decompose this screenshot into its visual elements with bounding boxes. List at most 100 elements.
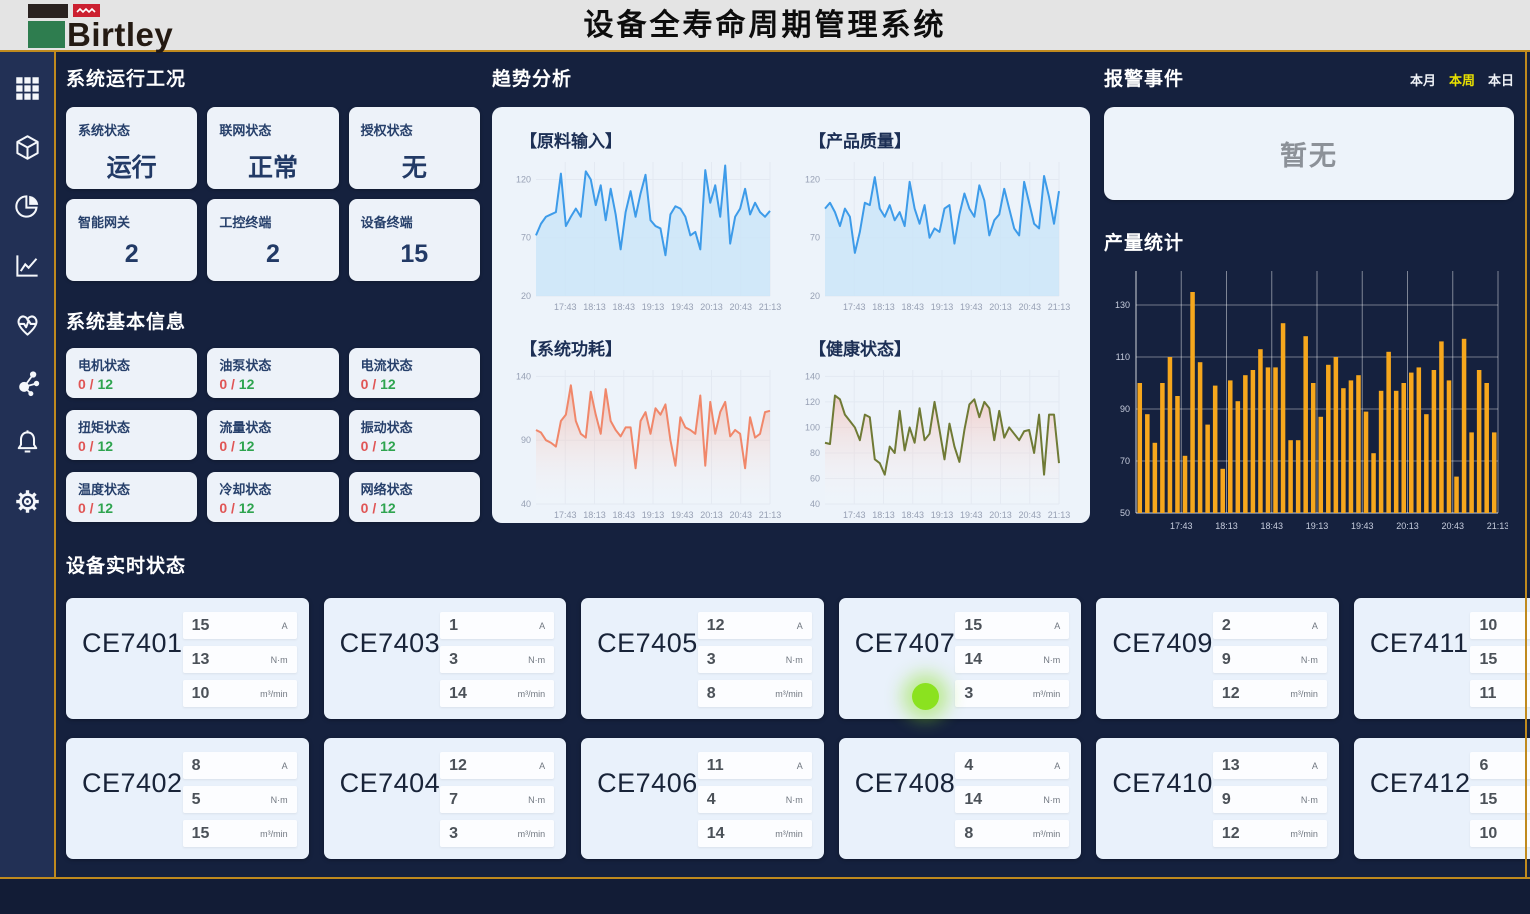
info-card-0[interactable]: 电机状态 0 / 12 [66, 348, 197, 398]
device-metrics: 15 A 13 N·m 10 m³/min [183, 612, 297, 707]
device-card-CE7403[interactable]: CE7403 1 A 3 N·m 14 m³/min [324, 598, 567, 719]
frame-line-bottom [0, 877, 1530, 879]
svg-text:21:13: 21:13 [759, 302, 782, 312]
active-indicator-dot [912, 683, 939, 710]
info-card-1[interactable]: 油泵状态 0 / 12 [207, 348, 338, 398]
device-card-CE7404[interactable]: CE7404 12 A 7 N·m 3 m³/min [324, 738, 567, 859]
info-card-counts: 0 / 12 [361, 376, 468, 392]
svg-text:80: 80 [810, 448, 820, 458]
device-card-CE7411[interactable]: CE7411 10 A 15 N·m 11 m³/min [1354, 598, 1530, 719]
device-metric-row: 12 A [440, 752, 554, 779]
svg-text:18:43: 18:43 [612, 302, 635, 312]
device-metric-row: 4 A [955, 752, 1069, 779]
info-card-5[interactable]: 振动状态 0 / 12 [349, 410, 480, 460]
device-metric-row: 5 N·m [183, 786, 297, 813]
info-card-8[interactable]: 网络状态 0 / 12 [349, 472, 480, 522]
svg-text:17:43: 17:43 [1170, 521, 1193, 531]
status-card-2[interactable]: 授权状态 无 [349, 107, 480, 189]
info-card-counts: 0 / 12 [78, 500, 185, 516]
device-card-CE7409[interactable]: CE7409 2 A 9 N·m 12 m³/min [1096, 598, 1339, 719]
svg-text:140: 140 [805, 371, 820, 381]
device-metric-unit: m³/min [1290, 689, 1318, 699]
info-card-7[interactable]: 冷却状态 0 / 12 [207, 472, 338, 522]
alarm-tab-0[interactable]: 本月 [1410, 70, 1436, 89]
chart-title: 【原料输入】 [520, 127, 789, 152]
sidebar-icon-cube-3d[interactable] [13, 133, 41, 161]
device-metric-row: 14 m³/min [440, 680, 554, 707]
svg-text:17:43: 17:43 [554, 302, 577, 312]
device-card-CE7401[interactable]: CE7401 15 A 13 N·m 10 m³/min [66, 598, 309, 719]
device-metrics: 11 A 4 N·m 14 m³/min [698, 752, 812, 847]
info-card-label: 冷却状态 [219, 479, 326, 498]
device-card-CE7405[interactable]: CE7405 12 A 3 N·m 8 m³/min [581, 598, 824, 719]
alarm-tab-1[interactable]: 本周 [1449, 70, 1475, 89]
system-status-grid: 系统状态 运行 联网状态 正常 授权状态 无 智能网关 2 工控终端 2 设备终… [66, 107, 480, 281]
info-card-6[interactable]: 温度状态 0 / 12 [66, 472, 197, 522]
svg-text:17:43: 17:43 [843, 302, 866, 312]
device-metric-row: 9 N·m [1213, 786, 1327, 813]
device-card-CE7412[interactable]: CE7412 6 A 15 N·m 10 m³/min [1354, 738, 1530, 859]
sidebar-icon-health-pulse[interactable] [13, 310, 41, 338]
sidebar-nav [0, 52, 54, 877]
chart-cell-product-quality: 【产品质量】17:4318:1318:4319:1319:4320:1320:4… [791, 113, 1080, 321]
device-name: CE7408 [855, 768, 956, 799]
chart-title: 【产品质量】 [809, 127, 1078, 152]
device-metric-row: 6 A [1470, 752, 1530, 779]
status-card-5[interactable]: 设备终端 15 [349, 199, 480, 281]
info-card-4[interactable]: 流量状态 0 / 12 [207, 410, 338, 460]
device-name: CE7407 [855, 628, 956, 659]
svg-text:20: 20 [810, 291, 820, 301]
info-card-label: 温度状态 [78, 479, 185, 498]
device-metric-value: 8 [964, 825, 973, 843]
info-card-counts: 0 / 12 [219, 438, 326, 454]
device-metric-row: 10 A [1470, 612, 1530, 639]
device-card-CE7410[interactable]: CE7410 13 A 9 N·m 12 m³/min [1096, 738, 1339, 859]
svg-text:20: 20 [521, 291, 531, 301]
sidebar-icon-gear[interactable] [13, 487, 41, 515]
device-metric-value: 1 [449, 617, 458, 635]
device-card-CE7402[interactable]: CE7402 8 A 5 N·m 15 m³/min [66, 738, 309, 859]
status-card-1[interactable]: 联网状态 正常 [207, 107, 338, 189]
production-bar-chart: 17:4318:1318:4319:1319:4320:1320:4321:13… [1104, 263, 1514, 540]
device-card-CE7408[interactable]: CE7408 4 A 14 N·m 8 m³/min [839, 738, 1082, 859]
status-card-label: 工控终端 [219, 212, 326, 231]
device-metric-unit: N·m [271, 795, 288, 805]
device-metric-row: 13 A [1213, 752, 1327, 779]
device-metric-value: 12 [1222, 825, 1240, 843]
section-title-system-info: 系统基本信息 [66, 307, 480, 334]
status-card-0[interactable]: 系统状态 运行 [66, 107, 197, 189]
device-metric-value: 14 [964, 651, 982, 669]
status-card-3[interactable]: 智能网关 2 [66, 199, 197, 281]
device-metric-row: 9 N·m [1213, 646, 1327, 673]
chart-raw-input: 17:4318:1318:4319:1319:4320:1320:4321:13… [506, 154, 782, 316]
svg-text:18:43: 18:43 [901, 302, 924, 312]
device-metric-value: 8 [192, 757, 201, 775]
sidebar-icon-pie-chart[interactable] [13, 192, 41, 220]
alarm-tab-2[interactable]: 本日 [1488, 70, 1514, 89]
svg-text:17:43: 17:43 [554, 510, 577, 520]
device-metric-value: 4 [707, 791, 716, 809]
device-name: CE7401 [82, 628, 183, 659]
sidebar-icon-molecule[interactable] [13, 369, 41, 397]
device-metric-value: 7 [449, 791, 458, 809]
device-metric-value: 5 [192, 791, 201, 809]
info-card-3[interactable]: 扭矩状态 0 / 12 [66, 410, 197, 460]
device-metric-row: 15 m³/min [183, 820, 297, 847]
device-metric-unit: m³/min [518, 829, 546, 839]
info-card-label: 电机状态 [78, 355, 185, 374]
device-name: CE7409 [1112, 628, 1213, 659]
device-metric-row: 8 m³/min [698, 680, 812, 707]
device-card-CE7406[interactable]: CE7406 11 A 4 N·m 14 m³/min [581, 738, 824, 859]
svg-text:70: 70 [810, 233, 820, 243]
device-metric-unit: N·m [1043, 655, 1060, 665]
device-card-CE7407[interactable]: CE7407 15 A 14 N·m 3 m³/min [839, 598, 1082, 719]
info-card-counts: 0 / 12 [219, 500, 326, 516]
sidebar-icon-bell[interactable] [13, 428, 41, 456]
info-card-2[interactable]: 电流状态 0 / 12 [349, 348, 480, 398]
system-panel: 系统运行工况 系统状态 运行 联网状态 正常 授权状态 无 智能网关 2 工控终… [66, 64, 480, 522]
sidebar-icon-apps-grid[interactable] [13, 74, 41, 102]
sidebar-icon-line-chart[interactable] [13, 251, 41, 279]
svg-text:130: 130 [1115, 300, 1130, 310]
status-card-4[interactable]: 工控终端 2 [207, 199, 338, 281]
device-metric-unit: N·m [528, 795, 545, 805]
